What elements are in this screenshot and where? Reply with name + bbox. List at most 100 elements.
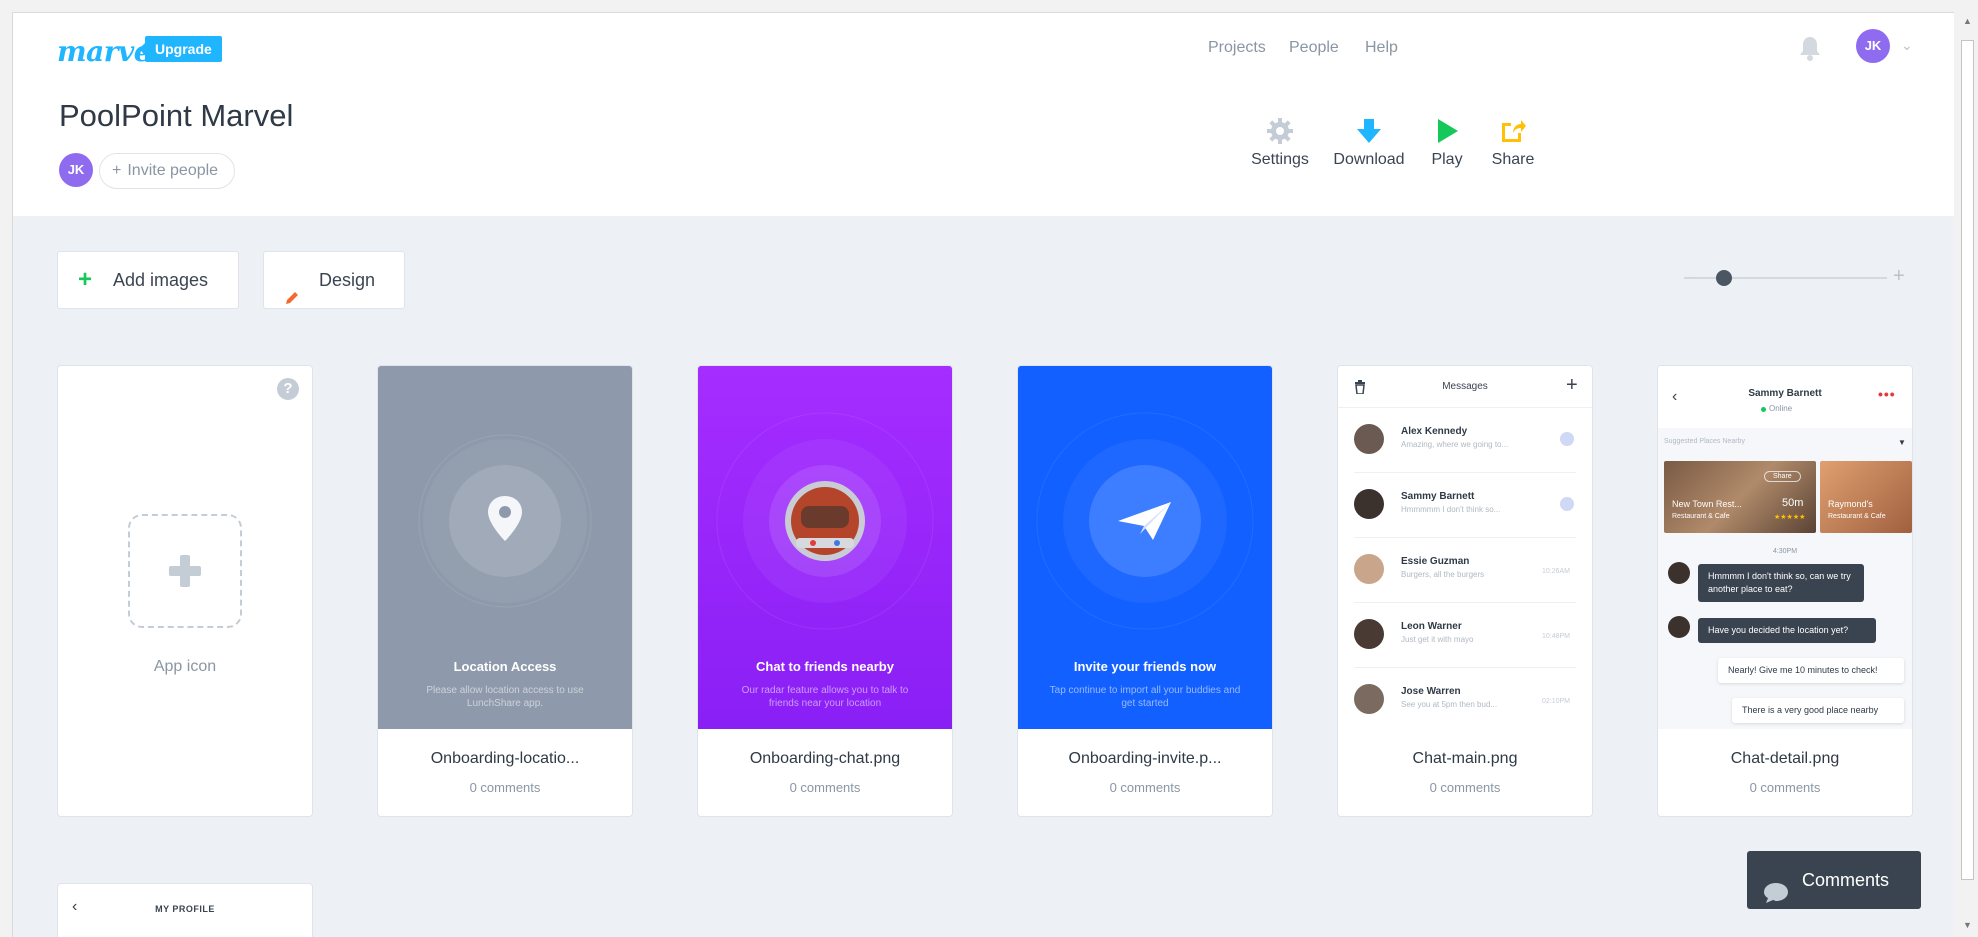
file-name[interactable]: Onboarding-chat.png — [698, 750, 952, 768]
user-avatar[interactable]: JK — [1856, 29, 1890, 63]
screen-description: Our radar feature allows you to talk to … — [741, 685, 909, 709]
share-button[interactable]: Share — [1473, 117, 1553, 169]
avatar — [1354, 424, 1384, 454]
nav-help[interactable]: Help — [1365, 39, 1398, 57]
screen-card[interactable]: ‹ MY PROFILE — [57, 883, 313, 937]
screen-thumbnail: Chat to friends nearby Our radar feature… — [698, 366, 952, 729]
screen-thumbnail: Messages + Alex Kennedy Amazing, where w… — [1338, 366, 1592, 729]
chat-header: ‹ Sammy Barnett Online ••• — [1658, 366, 1912, 428]
scroll-up-icon[interactable]: ▲ — [1963, 16, 1972, 26]
avatar — [1668, 616, 1690, 638]
screen-description: Tap continue to import all your buddies … — [1049, 685, 1241, 709]
more-icon: ••• — [1878, 386, 1896, 402]
message-time: 02:10PM — [1542, 698, 1571, 705]
comments-button[interactable]: Comments — [1747, 851, 1921, 909]
avatar — [1354, 684, 1384, 714]
screen-card[interactable]: Invite your friends now Tap continue to … — [1017, 365, 1273, 817]
settings-button[interactable]: Settings — [1240, 117, 1320, 169]
download-button[interactable]: Download — [1329, 117, 1409, 169]
screen-title: Invite your friends now — [1073, 659, 1217, 674]
zoom-slider-handle[interactable] — [1716, 270, 1732, 286]
messages-header: Messages + — [1338, 366, 1592, 408]
message-bubble: Nearly! Give me 10 minutes to check! — [1718, 658, 1904, 683]
file-name[interactable]: Onboarding-locatio... — [378, 750, 632, 768]
screen-thumbnail: ‹ Sammy Barnett Online ••• Suggested Pla… — [1658, 366, 1912, 729]
avatar — [1354, 489, 1384, 519]
screen-card[interactable]: Location Access Please allow location ac… — [377, 365, 633, 817]
message-preview: Just get it with mayo — [1401, 635, 1474, 644]
message-preview: See you at 5pm then bud... — [1401, 700, 1498, 709]
comment-count[interactable]: 0 comments — [698, 780, 952, 795]
download-icon — [1357, 119, 1381, 143]
bell-icon[interactable] — [1799, 35, 1821, 61]
scroll-down-icon[interactable]: ▼ — [1963, 920, 1972, 930]
app-icon-card[interactable]: ? App icon — [57, 365, 313, 817]
screen-thumbnail: Location Access Please allow location ac… — [378, 366, 632, 729]
screen-card[interactable]: Chat to friends nearby Our radar feature… — [697, 365, 953, 817]
add-images-button[interactable]: + Add images — [57, 251, 239, 309]
place-card: Share New Town Rest... Restaurant & Cafe… — [1664, 461, 1816, 533]
nav-projects[interactable]: Projects — [1208, 39, 1266, 57]
project-header: marvel Upgrade Projects People Help JK ⌄… — [13, 13, 1954, 216]
invite-label: Invite people — [127, 162, 219, 179]
comment-count[interactable]: 0 comments — [1338, 780, 1592, 795]
avatar — [1354, 619, 1384, 649]
scrollbar[interactable]: ▲ ▼ — [1958, 12, 1978, 937]
speech-bubble-icon — [1763, 869, 1789, 927]
download-label: Download — [1333, 151, 1405, 168]
caret-down-icon: ▼ — [1898, 438, 1906, 447]
play-icon — [1438, 119, 1458, 143]
comment-count[interactable]: 0 comments — [378, 780, 632, 795]
comment-count[interactable]: 0 comments — [1018, 780, 1272, 795]
place-distance: 50m — [1782, 497, 1804, 509]
place-type: Restaurant & Cafe — [1672, 513, 1730, 520]
message-preview: Burgers, all the burgers — [1401, 570, 1485, 579]
help-icon[interactable]: ? — [277, 378, 299, 400]
file-name[interactable]: Chat-main.png — [1338, 750, 1592, 768]
list-item: Sammy Barnett Hmmmmm I don't think so... — [1338, 473, 1592, 538]
settings-label: Settings — [1251, 151, 1309, 168]
app-icon-dropzone[interactable] — [128, 514, 242, 628]
contact-name: Leon Warner — [1401, 621, 1462, 632]
screen-title: Location Access — [453, 659, 557, 674]
app-icon-label: App icon — [153, 658, 217, 675]
contact-name: Jose Warren — [1401, 686, 1461, 697]
rating-stars: ★★★★★ — [1774, 514, 1806, 521]
place-card: Raymond's Restaurant & Cafe — [1820, 461, 1912, 533]
member-avatar[interactable]: JK — [59, 153, 93, 187]
share-label: Share — [1491, 151, 1535, 168]
share-chip: Share — [1764, 471, 1801, 482]
invite-people-button[interactable]: + Invite people — [99, 153, 236, 189]
list-item: Essie Guzman Burgers, all the burgers 10… — [1338, 538, 1592, 603]
upgrade-badge[interactable]: Upgrade — [139, 36, 222, 62]
zoom-in-icon[interactable]: + — [1893, 265, 1905, 288]
message-time: 10:26AM — [1542, 568, 1571, 575]
screen-card[interactable]: Messages + Alex Kennedy Amazing, where w… — [1337, 365, 1593, 817]
nav-people[interactable]: People — [1289, 39, 1339, 57]
design-label: Design — [319, 270, 376, 290]
design-button[interactable]: Design — [263, 251, 405, 309]
comment-count[interactable]: 0 comments — [1658, 780, 1912, 795]
message-time: 10:48PM — [1542, 633, 1571, 640]
pencil-icon — [284, 272, 300, 328]
list-item: Leon Warner Just get it with mayo 10:48P… — [1338, 603, 1592, 668]
file-name[interactable]: Chat-detail.png — [1658, 750, 1912, 768]
file-name[interactable]: Onboarding-invite.p... — [1018, 750, 1272, 768]
gear-icon — [1267, 118, 1293, 144]
avatar — [1668, 562, 1690, 584]
plus-icon: + — [1566, 374, 1578, 396]
plus-icon — [169, 555, 201, 587]
unread-badge — [1560, 432, 1574, 446]
browser-frame: marvel Upgrade Projects People Help JK ⌄… — [0, 0, 1978, 937]
avatar — [1354, 554, 1384, 584]
profile-title: MY PROFILE — [155, 904, 215, 914]
list-item: Jose Warren See you at 5pm then bud... 0… — [1338, 668, 1592, 729]
place-name: New Town Rest... — [1672, 499, 1742, 509]
scrollbar-thumb[interactable] — [1961, 40, 1974, 880]
screen-card[interactable]: ‹ Sammy Barnett Online ••• Suggested Pla… — [1657, 365, 1913, 817]
add-images-label: Add images — [113, 270, 209, 290]
chevron-down-icon[interactable]: ⌄ — [1901, 37, 1913, 54]
list-item: Alex Kennedy Amazing, where we going to.… — [1338, 408, 1592, 473]
share-icon — [1502, 120, 1526, 142]
unread-badge — [1560, 497, 1574, 511]
